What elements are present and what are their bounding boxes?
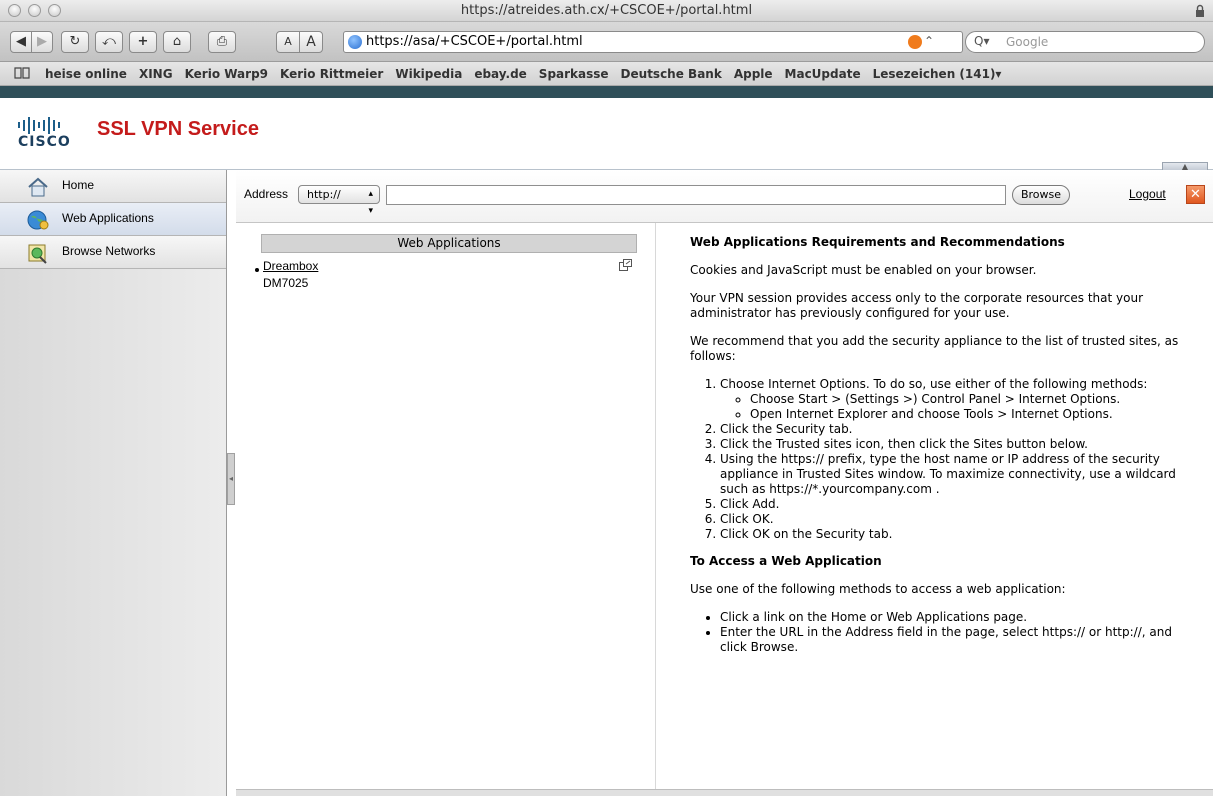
snapback-icon: ⤺ — [102, 34, 116, 49]
help-paragraph: Cookies and JavaScript must be enabled o… — [690, 263, 1037, 277]
book-icon[interactable] — [14, 67, 30, 79]
url-field[interactable]: https://asa/+CSCOE+/portal.html ⌃ — [343, 31, 963, 53]
list-item: Choose Start > (Settings >) Control Pane… — [750, 392, 1200, 407]
help-paragraph: Use one of the following methods to acce… — [690, 582, 1066, 596]
logout-link[interactable]: Logout — [1129, 187, 1166, 201]
search-field[interactable]: Q▾ Google — [965, 31, 1205, 53]
list-item: Click OK. — [720, 512, 1200, 527]
snapback-button[interactable]: ⤺ — [95, 31, 123, 53]
updown-arrow-icon: ▴ ▾ — [368, 189, 373, 216]
bookmark-item[interactable]: Sparkasse — [539, 67, 609, 81]
list-item: Enter the URL in the Address field in th… — [720, 625, 1200, 655]
list-item: Click the Trusted sites icon, then click… — [720, 437, 1200, 452]
print-button[interactable]: ⎙ — [208, 31, 236, 53]
web-app-description: DM7025 — [263, 276, 309, 290]
browse-networks-icon — [28, 244, 47, 264]
sidebar-item-label: Home — [62, 178, 95, 192]
trusted-sites-steps: Choose Internet Options. To do so, use e… — [720, 377, 1200, 542]
address-toolbar: Address http:// ▴ ▾ Browse Logout ✕ — [236, 170, 1213, 223]
plus-icon: + — [137, 34, 149, 49]
bookmark-list: heise online XING Kerio Warp9 Kerio Ritt… — [45, 67, 1001, 81]
access-methods-list: Click a link on the Home or Web Applicat… — [720, 610, 1200, 655]
sidebar: Home Web Applications Browse Networks — [0, 170, 227, 796]
list-item: Choose Internet Options. To do so, use e… — [720, 377, 1200, 422]
status-bar — [236, 789, 1213, 796]
help-title: Web Applications Requirements and Recomm… — [690, 235, 1065, 249]
browse-button[interactable]: Browse — [1012, 185, 1070, 205]
sidebar-item-label: Web Applications — [62, 211, 154, 225]
web-applications-header: Web Applications — [261, 234, 637, 253]
sidebar-splitter[interactable]: ◂ — [227, 453, 235, 505]
web-app-link[interactable]: Dreambox — [263, 259, 318, 273]
bookmark-item[interactable]: Kerio Warp9 — [185, 67, 268, 81]
sidebar-item-browse-networks[interactable]: Browse Networks — [0, 236, 226, 269]
bookmarks-bar: heise online XING Kerio Warp9 Kerio Ritt… — [0, 62, 1213, 86]
browser-toolbar: ◀ ▶ ↻ ⤺ + ⌂ ⎙ A A https://asa/+CSCOE+/po… — [0, 22, 1213, 62]
sub-list: Choose Start > (Settings >) Control Pane… — [750, 392, 1200, 422]
caret-up-icon: ⌃ — [923, 34, 934, 48]
back-button[interactable]: ◀ — [10, 31, 32, 53]
window-title: https://atreides.ath.cx/+CSCOE+/portal.h… — [460, 3, 753, 18]
sidebar-item-label: Browse Networks — [62, 244, 156, 258]
house-icon: ⌂ — [172, 34, 182, 49]
list-item: Click OK on the Security tab. — [720, 527, 1200, 542]
add-bookmark-button[interactable]: + — [129, 31, 157, 53]
open-new-window-icon[interactable] — [619, 259, 632, 271]
main-content: Address http:// ▴ ▾ Browse Logout ✕ Web A… — [236, 170, 1213, 796]
product-title: SSL VPN Service — [97, 118, 259, 140]
forward-icon: ▶ — [37, 34, 47, 49]
address-label: Address — [244, 187, 289, 201]
home-button[interactable]: ⌂ — [163, 31, 191, 53]
logout-close-icon[interactable]: ✕ — [1186, 185, 1205, 204]
search-icon: Q▾ — [974, 34, 990, 48]
list-item: Click a link on the Home or Web Applicat… — [720, 610, 1200, 625]
bookmark-item[interactable]: Apple — [734, 67, 773, 81]
bookmark-item[interactable]: Wikipedia — [395, 67, 462, 81]
reload-icon: ↻ — [69, 34, 81, 49]
url-text: https://asa/+CSCOE+/portal.html — [366, 34, 583, 49]
help-pane: Web Applications Requirements and Recomm… — [690, 223, 1200, 655]
bookmark-item[interactable]: Deutsche Bank — [621, 67, 722, 81]
cisco-logo: CISCO — [18, 116, 80, 156]
list-item: Click the Security tab. — [720, 422, 1200, 437]
list-item: Click Add. — [720, 497, 1200, 512]
bookmark-item[interactable]: heise online — [45, 67, 127, 81]
bookmark-item[interactable]: MacUpdate — [785, 67, 861, 81]
globe-icon — [348, 35, 362, 49]
web-applications-pane: Web Applications Dreambox DM7025 — [236, 223, 656, 796]
sidebar-item-web-applications[interactable]: Web Applications — [0, 203, 226, 236]
forward-button[interactable]: ▶ — [31, 31, 53, 53]
bookmark-item[interactable]: Kerio Rittmeier — [280, 67, 383, 81]
protocol-value: http:// — [307, 188, 341, 201]
rss-icon[interactable] — [908, 35, 922, 49]
cisco-bars-icon — [18, 116, 80, 134]
printer-icon: ⎙ — [216, 34, 228, 49]
list-item: Using the https:// prefix, type the host… — [720, 452, 1200, 497]
header-accent-bar — [0, 86, 1213, 98]
bookmark-folder[interactable]: Lesezeichen (141)▾ — [873, 67, 1002, 81]
help-paragraph: Your VPN session provides access only to… — [690, 291, 1144, 320]
lock-icon — [1196, 4, 1204, 17]
web-applications-icon — [27, 210, 49, 230]
list-item: Open Internet Explorer and choose Tools … — [750, 407, 1200, 422]
home-icon — [28, 177, 48, 197]
text-larger-button[interactable]: A — [299, 31, 323, 53]
cisco-wordmark: CISCO — [18, 134, 71, 150]
address-input[interactable] — [386, 185, 1006, 205]
help-paragraph: We recommend that you add the security a… — [690, 334, 1179, 363]
bookmark-item[interactable]: ebay.de — [474, 67, 526, 81]
sidebar-item-home[interactable]: Home — [0, 170, 226, 203]
back-icon: ◀ — [16, 34, 26, 49]
help-title: To Access a Web Application — [690, 554, 882, 568]
bullet — [255, 268, 259, 272]
reload-button[interactable]: ↻ — [61, 31, 89, 53]
protocol-select[interactable]: http:// ▴ ▾ — [298, 185, 380, 216]
text-smaller-button[interactable]: A — [276, 31, 300, 53]
search-placeholder: Google — [1006, 35, 1049, 49]
bookmark-item[interactable]: XING — [139, 67, 173, 81]
window-titlebar: https://atreides.ath.cx/+CSCOE+/portal.h… — [0, 0, 1213, 22]
step-text: Choose Internet Options. To do so, use e… — [720, 377, 1148, 391]
